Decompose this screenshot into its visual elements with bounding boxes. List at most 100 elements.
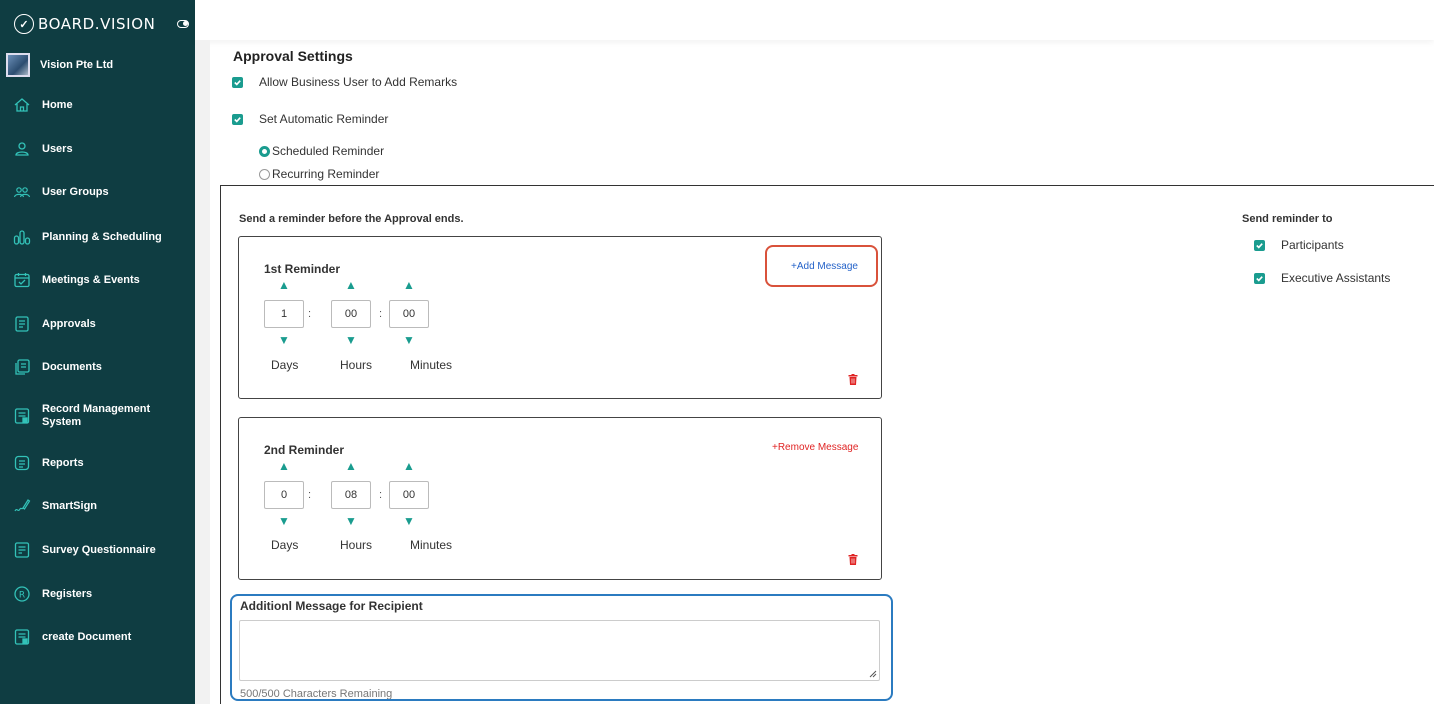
hours-input[interactable]: 08 <box>331 481 371 509</box>
sidebar-toggle-icon[interactable] <box>177 20 190 28</box>
participants-checkbox[interactable] <box>1254 239 1265 251</box>
sidebar-item-home[interactable]: Home <box>0 96 195 114</box>
brand-name: BOARD.VISION <box>38 15 156 33</box>
sidebar-item-label: User Groups <box>42 185 109 198</box>
reminder-title: 1st Reminder <box>264 262 341 276</box>
days-increment-icon[interactable]: ▲ <box>264 459 304 473</box>
days-increment-icon[interactable]: ▲ <box>264 278 304 292</box>
brand-logo-icon: ✓ <box>14 14 34 34</box>
days-label: Days <box>271 358 299 372</box>
sidebar-item-documents[interactable]: Documents <box>0 358 195 376</box>
allow-remarks-checkbox[interactable] <box>232 76 243 88</box>
sidebar-item-approvals[interactable]: Approvals <box>0 315 195 333</box>
minutes-label: Minutes <box>410 538 453 552</box>
user-icon <box>13 140 31 158</box>
sidebar-item-label: SmartSign <box>42 499 98 512</box>
svg-text:R: R <box>19 591 25 601</box>
sidebar-item-record-management[interactable]: Record Management System <box>0 403 195 429</box>
participants-label: Participants <box>1281 238 1344 252</box>
company-avatar <box>6 53 30 77</box>
minutes-input[interactable]: 00 <box>389 300 429 328</box>
minutes-decrement-icon[interactable]: ▼ <box>389 514 429 528</box>
create-document-icon <box>13 628 31 646</box>
sidebar-item-registers[interactable]: R Registers <box>0 585 195 603</box>
sidebar-item-users[interactable]: Users <box>0 140 195 158</box>
sidebar-item-label: Record Management System <box>42 403 151 428</box>
top-bar <box>195 0 1434 40</box>
page-title: Approval Settings <box>233 48 353 64</box>
content-gutter <box>195 40 210 704</box>
documents-icon <box>13 358 31 376</box>
hours-decrement-icon[interactable]: ▼ <box>331 333 371 347</box>
reminder-title: 2nd Reminder <box>264 443 345 457</box>
time-separator: : <box>308 489 312 501</box>
scheduled-reminder-radio[interactable] <box>259 145 270 157</box>
auto-reminder-label: Set Automatic Reminder <box>259 112 389 126</box>
executive-assistants-label: Executive Assistants <box>1281 271 1391 285</box>
reports-icon <box>13 454 31 472</box>
send-reminder-to-label: Send reminder to <box>1242 213 1333 225</box>
second-reminder-card: 2nd Reminder +Remove Message ▲ ▲ ▲ 0 : 0… <box>238 417 882 580</box>
sidebar-item-label: Meetings & Events <box>42 273 140 286</box>
message-highlight <box>230 594 893 701</box>
allow-remarks-option[interactable]: Allow Business User to Add Remarks <box>232 75 457 89</box>
sidebar-item-label: Reports <box>42 456 84 469</box>
sidebar-item-label: Approvals <box>42 317 96 330</box>
send-before-label: Send a reminder before the Approval ends… <box>239 213 464 225</box>
recurring-reminder-label: Recurring Reminder <box>272 167 380 181</box>
days-input[interactable]: 1 <box>264 300 304 328</box>
sidebar-item-survey[interactable]: Survey Questionnaire <box>0 541 195 559</box>
hours-label: Hours <box>340 358 373 372</box>
delete-reminder-icon[interactable] <box>848 554 858 565</box>
minutes-increment-icon[interactable]: ▲ <box>389 278 429 292</box>
executive-assistants-option[interactable]: Executive Assistants <box>1254 271 1390 285</box>
hours-decrement-icon[interactable]: ▼ <box>331 514 371 528</box>
company-switcher[interactable]: Vision Pte Ltd <box>6 53 113 77</box>
time-separator: : <box>308 308 312 320</box>
auto-reminder-option[interactable]: Set Automatic Reminder <box>232 112 388 126</box>
participants-option[interactable]: Participants <box>1254 238 1344 252</box>
sidebar-item-label: Home <box>42 98 73 111</box>
sidebar-item-smartsign[interactable]: SmartSign <box>0 497 195 515</box>
brand: ✓ BOARD.VISION <box>0 0 195 48</box>
sidebar-item-create-document[interactable]: create Document <box>0 628 195 646</box>
sidebar-item-user-groups[interactable]: User Groups <box>0 183 195 201</box>
days-label: Days <box>271 538 299 552</box>
hours-increment-icon[interactable]: ▲ <box>331 278 371 292</box>
sidebar-item-label: Documents <box>42 360 102 373</box>
hours-input[interactable]: 00 <box>331 300 371 328</box>
time-separator: : <box>379 489 383 501</box>
minutes-decrement-icon[interactable]: ▼ <box>389 333 429 347</box>
delete-reminder-icon[interactable] <box>848 374 858 385</box>
recurring-reminder-option[interactable]: Recurring Reminder <box>259 167 379 181</box>
sidebar-item-label: Survey Questionnaire <box>42 543 156 556</box>
auto-reminder-checkbox[interactable] <box>232 113 243 125</box>
calendar-icon <box>13 271 31 289</box>
user-group-icon <box>13 183 31 201</box>
scheduled-reminder-label: Scheduled Reminder <box>272 144 385 158</box>
add-message-highlight <box>765 245 878 287</box>
remove-message-link[interactable]: +Remove Message <box>772 442 858 453</box>
sidebar-item-meetings-events[interactable]: Meetings & Events <box>0 271 195 289</box>
days-decrement-icon[interactable]: ▼ <box>264 333 304 347</box>
days-decrement-icon[interactable]: ▼ <box>264 514 304 528</box>
minutes-input[interactable]: 00 <box>389 481 429 509</box>
survey-icon <box>13 541 31 559</box>
hours-increment-icon[interactable]: ▲ <box>331 459 371 473</box>
company-name: Vision Pte Ltd <box>40 59 114 71</box>
registered-icon: R <box>13 585 31 603</box>
sidebar-item-reports[interactable]: Reports <box>0 454 195 472</box>
recurring-reminder-radio[interactable] <box>259 168 270 180</box>
scheduled-reminder-option[interactable]: Scheduled Reminder <box>259 144 384 158</box>
record-icon <box>13 407 31 425</box>
planning-icon <box>13 228 31 246</box>
home-icon <box>13 96 31 114</box>
sidebar-item-label: Planning & Scheduling <box>42 230 162 243</box>
sidebar-item-label: Users <box>42 142 73 155</box>
days-input[interactable]: 0 <box>264 481 304 509</box>
sidebar-item-planning-scheduling[interactable]: Planning & Scheduling <box>0 228 195 246</box>
sidebar: ✓ BOARD.VISION Vision Pte Ltd Home Users… <box>0 0 195 704</box>
executive-assistants-checkbox[interactable] <box>1254 272 1265 284</box>
signature-icon <box>13 497 31 515</box>
minutes-increment-icon[interactable]: ▲ <box>389 459 429 473</box>
